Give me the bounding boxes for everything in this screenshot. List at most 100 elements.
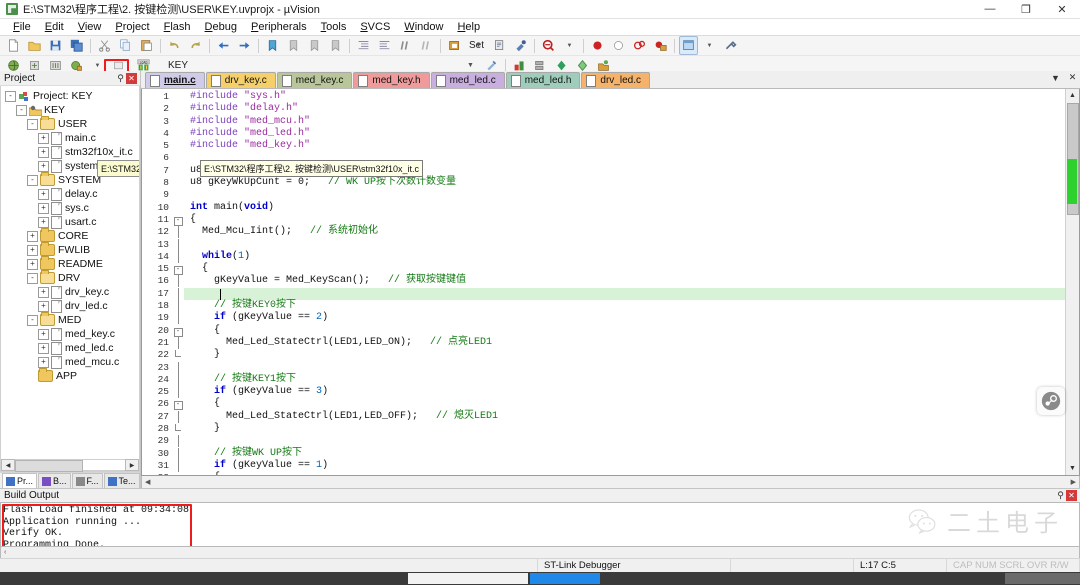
code-line[interactable]: {: [184, 214, 1065, 226]
minimize-button[interactable]: —: [972, 0, 1008, 18]
scroll-left-icon[interactable]: ◀: [1, 459, 15, 471]
build-scroll-left-icon[interactable]: ‹: [4, 549, 6, 556]
dropdown-arrow-icon[interactable]: ▼: [469, 36, 488, 55]
expand-icon[interactable]: +: [38, 286, 49, 298]
build-pin-icon[interactable]: ⚲: [1055, 490, 1066, 501]
code-line[interactable]: {: [184, 325, 1065, 337]
editor-tab-med-led-h[interactable]: med_led.h: [505, 72, 581, 88]
expand-icon[interactable]: +: [38, 328, 49, 340]
build-close-icon[interactable]: ✕: [1066, 490, 1077, 501]
window-layout-icon[interactable]: [679, 36, 698, 55]
code-line[interactable]: while(1): [184, 251, 1065, 263]
scroll-right-icon[interactable]: ▶: [125, 459, 139, 471]
code-line[interactable]: u8 gKeyWkUpCunt = 0; // WK UP按下次数计数变量: [184, 177, 1065, 189]
build-output-text[interactable]: Flash Load finished at 09:34:08 Applicati…: [0, 502, 1080, 547]
uncomment-icon[interactable]: [417, 36, 436, 55]
code-line[interactable]: if (gKeyValue == 2): [184, 312, 1065, 324]
editor-tab-med-key-h[interactable]: med_key.h: [353, 72, 430, 88]
undo-icon[interactable]: [165, 36, 184, 55]
taskbar-item-1[interactable]: [407, 573, 528, 584]
fold-toggle-icon[interactable]: -: [172, 398, 184, 411]
project-tab-pr[interactable]: Pr...: [2, 473, 38, 489]
editor-vscrollbar[interactable]: ▲ ▼: [1065, 89, 1079, 475]
code-editor[interactable]: 1 2 3 4 5 6 7 8 9 10 11 12 13 14 15 16 17 18 19 20 21 22 23 24 2…: [141, 89, 1080, 476]
tree-node-main-c[interactable]: + main.c: [1, 131, 139, 145]
code-line[interactable]: [184, 362, 1065, 374]
fold-toggle-icon[interactable]: -: [172, 472, 184, 475]
editor-tab-med-key-c[interactable]: med_key.c: [276, 72, 353, 88]
close-button[interactable]: ✕: [1044, 0, 1080, 18]
tab-close-icon[interactable]: ✕: [1067, 72, 1078, 83]
taskbar-item-active[interactable]: [529, 573, 600, 584]
code-line[interactable]: Med_Led_StateCtrl(LED1,LED_OFF); // 熄灭LE…: [184, 411, 1065, 423]
tab-list-dropdown-icon[interactable]: ▼: [1050, 73, 1061, 83]
code-line[interactable]: Med_Mcu_Iint(); // 系统初始化: [184, 226, 1065, 238]
tree-node-app[interactable]: APP: [1, 368, 139, 383]
tree-node-project-key[interactable]: - Project: KEY: [1, 89, 139, 103]
indent-icon[interactable]: [354, 36, 373, 55]
expand-icon[interactable]: +: [38, 160, 49, 172]
paste-icon[interactable]: [137, 36, 156, 55]
code-line[interactable]: {: [184, 472, 1065, 475]
scroll-up-icon[interactable]: ▲: [1066, 89, 1079, 102]
collapse-icon[interactable]: -: [5, 90, 16, 102]
code-line[interactable]: #include "med_led.h": [184, 128, 1065, 140]
breakpoint-disable-icon[interactable]: [609, 36, 628, 55]
expand-icon[interactable]: +: [38, 146, 49, 158]
code-line[interactable]: {: [184, 398, 1065, 410]
tree-node-key[interactable]: - KEY: [1, 103, 139, 117]
code-line[interactable]: #include "delay.h": [184, 103, 1065, 115]
code-folding-column[interactable]: - - - - -: [172, 89, 184, 475]
code-line[interactable]: // 按键WK UP按下: [184, 448, 1065, 460]
save-all-icon[interactable]: [67, 36, 86, 55]
hscroll-left-icon[interactable]: ◀: [142, 478, 150, 486]
tree-node-drv-led-c[interactable]: + drv_led.c: [1, 299, 139, 313]
steam-overlay-icon[interactable]: [1037, 387, 1065, 415]
outdent-icon[interactable]: [375, 36, 394, 55]
tree-node-drv-key-c[interactable]: + drv_key.c: [1, 285, 139, 299]
project-tab-te[interactable]: Te...: [103, 473, 140, 489]
layout-dropdown-icon[interactable]: ▼: [700, 36, 719, 55]
code-line[interactable]: #include "med_mcu.h": [184, 116, 1065, 128]
tree-node-stm32f10x-it-c[interactable]: + stm32f10x_it.c: [1, 145, 139, 159]
debug-stop-icon[interactable]: [539, 36, 558, 55]
expand-icon[interactable]: +: [38, 300, 49, 312]
bookmark-next-icon[interactable]: [305, 36, 324, 55]
expand-icon[interactable]: +: [38, 188, 49, 200]
code-line[interactable]: // 按键KEY1按下: [184, 374, 1065, 386]
expand-icon[interactable]: +: [27, 230, 38, 242]
menu-item-svcs[interactable]: SVCS: [353, 19, 397, 35]
project-tree[interactable]: - Project: KEY - KEY - USER + main.c + stm32f10x_…: [0, 86, 140, 459]
code-line[interactable]: [184, 287, 1065, 301]
editor-tab-drv-led-c[interactable]: drv_led.c: [581, 72, 650, 88]
code-line[interactable]: [184, 189, 1065, 201]
collapse-icon[interactable]: -: [27, 314, 38, 326]
expand-icon[interactable]: +: [38, 202, 49, 214]
bookmark-toggle-icon[interactable]: [263, 36, 282, 55]
tree-node-drv[interactable]: - DRV: [1, 270, 139, 285]
menu-item-peripherals[interactable]: Peripherals: [244, 19, 314, 35]
breakpoint-all-icon[interactable]: [651, 36, 670, 55]
save-icon[interactable]: [46, 36, 65, 55]
config-icon[interactable]: [445, 36, 464, 55]
copy-icon[interactable]: [116, 36, 135, 55]
forward-icon[interactable]: [235, 36, 254, 55]
expand-icon[interactable]: +: [38, 216, 49, 228]
expand-icon[interactable]: +: [27, 258, 38, 270]
code-line[interactable]: // 按键KEY0按下: [184, 300, 1065, 312]
build-target-icon[interactable]: [490, 36, 509, 55]
project-tree-hscrollbar[interactable]: ◀ ▶: [0, 459, 140, 472]
open-file-icon[interactable]: [25, 36, 44, 55]
collapse-icon[interactable]: -: [27, 174, 38, 186]
menu-item-help[interactable]: Help: [450, 19, 487, 35]
code-line[interactable]: Med_Led_StateCtrl(LED1,LED_ON); // 点亮LED…: [184, 337, 1065, 349]
code-line[interactable]: #include "sys.h": [184, 91, 1065, 103]
expand-icon[interactable]: +: [38, 356, 49, 368]
collapse-icon[interactable]: -: [27, 118, 38, 130]
hscroll-track[interactable]: [15, 459, 125, 472]
code-text[interactable]: #include "sys.h" #include "delay.h" #inclu…: [184, 89, 1065, 475]
editor-tab-drv-key-c[interactable]: drv_key.c: [205, 72, 276, 88]
bookmark-prev-icon[interactable]: [284, 36, 303, 55]
tree-node-med-key-c[interactable]: + med_key.c: [1, 327, 139, 341]
tree-node-fwlib[interactable]: + FWLIB: [1, 242, 139, 257]
